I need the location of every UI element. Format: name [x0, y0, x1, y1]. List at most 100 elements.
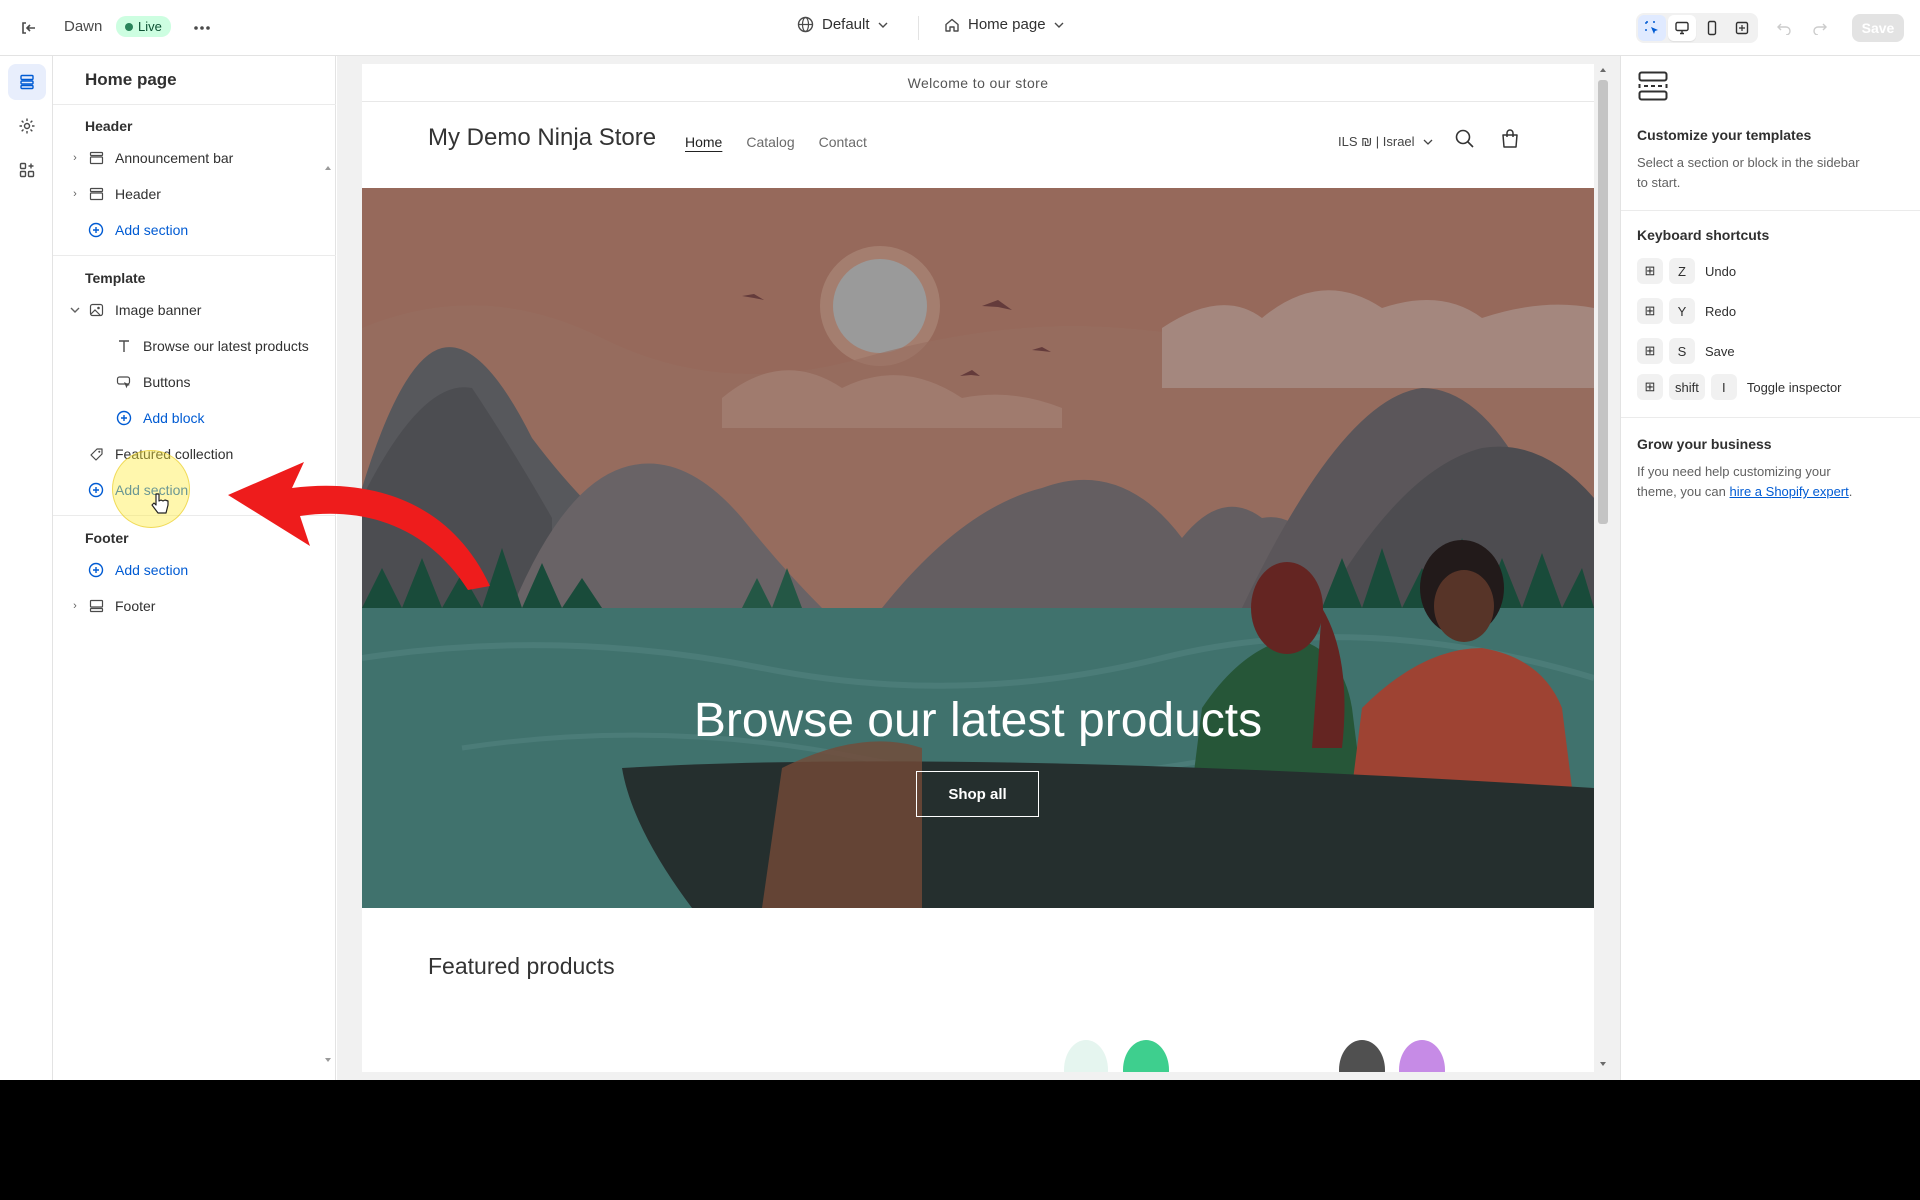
shortcut-key: Y: [1669, 298, 1695, 324]
top-bar: Dawn Live Default Home page Save: [0, 0, 1920, 56]
plus-circle-icon: [113, 410, 135, 426]
image-icon: [85, 303, 107, 317]
sidebar-item-announcement-bar[interactable]: › Announcement bar: [65, 141, 325, 175]
apps-icon[interactable]: [8, 152, 46, 188]
shortcut-label: Redo: [1705, 303, 1737, 319]
inspector-toggle-icon[interactable]: [1638, 15, 1666, 41]
templates-icon: [1637, 70, 1669, 107]
page-selector-label: Home page: [968, 16, 1046, 33]
sidebar-item-label: Announcement bar: [115, 150, 234, 166]
block-item-label: Browse our latest products: [143, 338, 309, 354]
theme-settings-icon[interactable]: [8, 108, 46, 144]
red-arrow-annotation: [228, 462, 490, 590]
fullscreen-icon[interactable]: [1728, 15, 1756, 41]
shortcuts-title: Keyboard shortcuts: [1637, 227, 1770, 243]
grow-title: Grow your business: [1637, 436, 1772, 452]
exit-icon[interactable]: [13, 13, 43, 43]
add-block-label: Add block: [143, 410, 205, 426]
block-item-heading[interactable]: Browse our latest products: [93, 329, 353, 363]
command-key-icon: ⊞: [1637, 258, 1663, 284]
shortcut-key: I: [1710, 374, 1737, 400]
command-key-icon: ⊞: [1637, 338, 1663, 364]
mobile-view-icon[interactable]: [1698, 15, 1726, 41]
undo-icon[interactable]: [1769, 13, 1799, 43]
globe-icon: [797, 16, 814, 33]
customize-title: Customize your templates: [1637, 127, 1812, 143]
footer-group-label: Footer: [85, 530, 129, 546]
divider: [1621, 210, 1920, 211]
text-icon: [113, 339, 135, 353]
button-icon: [113, 375, 135, 390]
locale-selector[interactable]: ILS ₪ | Israel: [1338, 134, 1433, 149]
chevron-right-icon[interactable]: ›: [65, 188, 85, 200]
chevron-right-icon[interactable]: ›: [65, 600, 85, 612]
shortcut-key: shift: [1669, 374, 1705, 400]
section-icon: [85, 151, 107, 165]
section-icon: [85, 187, 107, 201]
sections-icon[interactable]: [8, 64, 46, 100]
hand-pointer-icon: [151, 493, 169, 514]
tag-icon: [85, 447, 107, 462]
nav-link-contact[interactable]: Contact: [819, 134, 867, 150]
divider: [918, 16, 919, 40]
more-actions-icon[interactable]: [187, 13, 217, 43]
shortcut-redo: ⊞ Y Redo: [1637, 298, 1736, 324]
add-section-header-button[interactable]: Add section: [65, 213, 325, 247]
image-banner[interactable]: Browse our latest products Shop all: [362, 188, 1594, 908]
sidebar-item-label: Footer: [115, 598, 156, 614]
click-highlight: [112, 450, 190, 528]
page-selector[interactable]: Home page: [944, 16, 1064, 33]
add-block-button[interactable]: Add block: [93, 401, 353, 435]
plus-circle-icon: [85, 482, 107, 498]
search-icon[interactable]: [1452, 126, 1478, 152]
sidebar-title: Home page: [85, 70, 177, 89]
nav-link-home[interactable]: Home: [685, 134, 722, 150]
live-dot-icon: [125, 22, 133, 31]
product-thumbnails: [1064, 1040, 1445, 1072]
store-header: My Demo Ninja Store Home Catalog Contact…: [362, 102, 1594, 186]
inspector-panel: Customize your templates Select a sectio…: [1620, 56, 1920, 1080]
announcement-bar: Welcome to our store: [362, 64, 1594, 102]
sidebar-item-header[interactable]: › Header: [65, 177, 325, 211]
divider: [1621, 417, 1920, 418]
cart-icon[interactable]: [1497, 126, 1523, 152]
nav-link-catalog[interactable]: Catalog: [746, 134, 794, 150]
shortcut-save: ⊞ S Save: [1637, 338, 1735, 364]
shortcut-label: Save: [1705, 343, 1735, 359]
chevron-down-icon[interactable]: [65, 307, 85, 313]
preview-tools: [1636, 13, 1758, 43]
customize-text: Select a section or block in the sidebar…: [1637, 155, 1860, 190]
shortcut-toggle-inspector: ⊞ shift I Toggle inspector: [1637, 374, 1842, 400]
home-icon: [945, 18, 959, 32]
shortcut-label: Undo: [1705, 263, 1737, 279]
chevron-down-icon: [878, 22, 888, 28]
grow-text: If you need help customizing your theme,…: [1637, 462, 1867, 502]
desktop-view-icon[interactable]: [1668, 15, 1696, 41]
sidebar-item-label: Image banner: [115, 302, 202, 318]
theme-editor: Dawn Live Default Home page Save Home pa…: [0, 0, 1920, 1080]
shortcut-key: S: [1669, 338, 1695, 364]
featured-products-heading: Featured products: [428, 953, 615, 979]
shop-all-button[interactable]: Shop all: [916, 771, 1039, 817]
banner-heading: Browse our latest products: [693, 694, 1263, 747]
block-item-label: Buttons: [143, 374, 191, 390]
grow-text-end: .: [1848, 484, 1853, 499]
hire-expert-link[interactable]: hire a Shopify expert: [1730, 484, 1849, 499]
preview-scrollbar-thumb[interactable]: [1598, 80, 1608, 524]
live-badge: Live: [116, 16, 171, 37]
section-icon: [85, 599, 107, 613]
store-preview: Welcome to our store My Demo Ninja Store…: [362, 64, 1594, 1072]
sidebar-item-image-banner[interactable]: Image banner: [65, 293, 325, 327]
block-item-buttons[interactable]: Buttons: [93, 365, 353, 399]
store-logo[interactable]: My Demo Ninja Store: [428, 124, 656, 152]
view-selector[interactable]: Default: [797, 16, 888, 33]
shortcut-undo: ⊞ Z Undo: [1637, 258, 1736, 284]
header-group-label: Header: [85, 118, 133, 134]
divider: [53, 255, 336, 256]
divider: [53, 104, 336, 105]
chevron-right-icon[interactable]: ›: [65, 152, 85, 164]
redo-icon[interactable]: [1805, 13, 1835, 43]
theme-name: Dawn: [64, 18, 103, 35]
sidebar-item-footer[interactable]: › Footer: [65, 589, 325, 623]
save-button[interactable]: Save: [1852, 14, 1904, 42]
